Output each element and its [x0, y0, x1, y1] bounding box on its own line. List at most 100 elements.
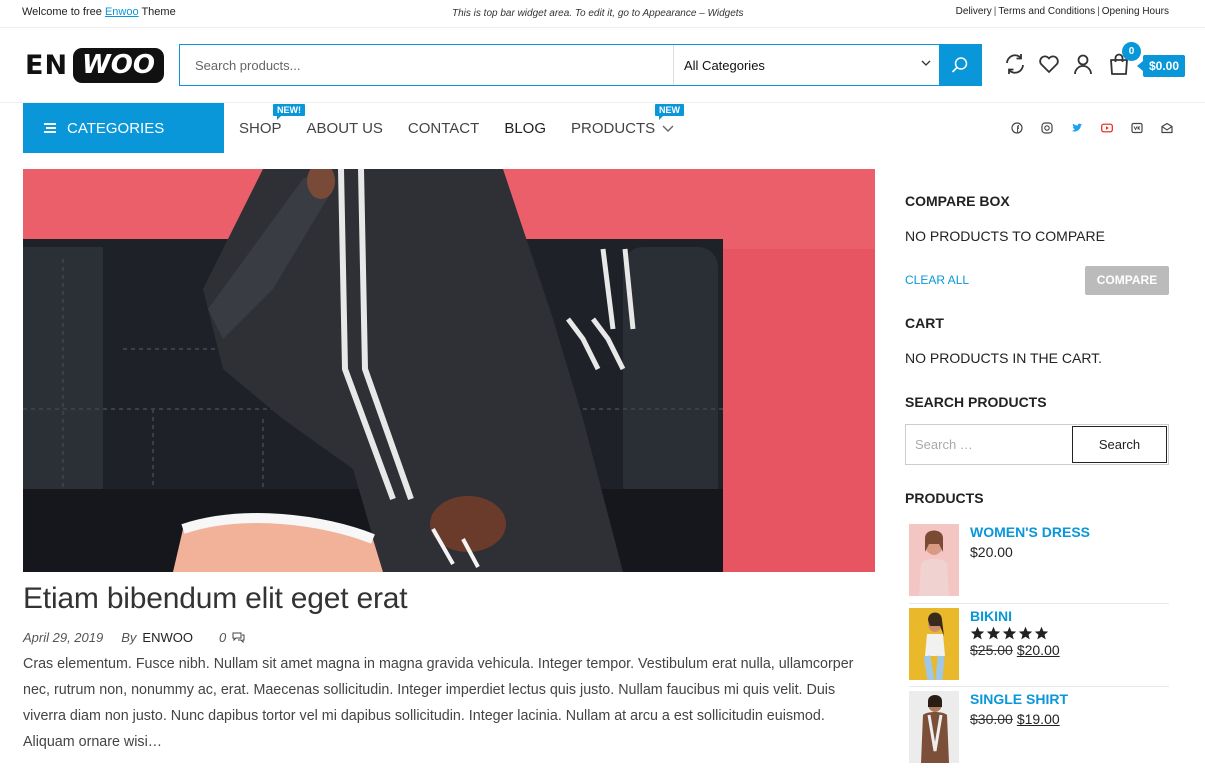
sale-price: $20.00 — [1016, 642, 1060, 658]
search-button[interactable] — [939, 45, 981, 85]
compare-empty-text: NO PRODUCTS TO COMPARE — [905, 228, 1105, 244]
category-select-value: All Categories — [684, 57, 765, 73]
vk-icon[interactable] — [1131, 122, 1143, 134]
product-image — [909, 524, 959, 596]
post-meta: April 29, 2019 By ENWOO 0 — [23, 630, 245, 645]
enwoo-link[interactable]: Enwoo — [105, 6, 139, 18]
nav-item-label: BLOG — [504, 120, 546, 137]
welcome-prefix: Welcome to free — [22, 6, 102, 18]
product-thumbnail[interactable] — [909, 524, 959, 596]
top-links: Delivery | Terms and Conditions | Opening Ho… — [956, 6, 1169, 17]
product-thumbnail[interactable] — [909, 691, 959, 763]
chevron-down-icon — [662, 125, 674, 132]
nav-item-about-us[interactable]: ABOUT US — [307, 120, 383, 137]
post-author[interactable]: ENWOO — [142, 630, 193, 645]
instagram-icon[interactable] — [1041, 122, 1053, 134]
products-widget-title: PRODUCTS — [905, 490, 984, 506]
star-icon — [986, 626, 1001, 640]
cart-count-badge: 0 — [1122, 42, 1141, 61]
product-price: $25.00 $20.00 — [970, 642, 1060, 658]
categories-label: CATEGORIES — [67, 119, 165, 137]
logo-part-woo: WOO — [73, 48, 164, 83]
product-image — [909, 691, 959, 763]
header-icons — [1003, 52, 1105, 76]
featured-post-image[interactable] — [23, 169, 875, 572]
welcome-text: Welcome to free Enwoo Theme — [22, 6, 176, 18]
cart-total[interactable]: $0.00 — [1136, 55, 1186, 77]
star-icon — [970, 626, 985, 640]
compare-box-title: COMPARE BOX — [905, 193, 1010, 209]
product-search-input[interactable] — [180, 45, 673, 85]
compare-icon[interactable] — [1003, 52, 1027, 76]
search-products-title: SEARCH PRODUCTS — [905, 394, 1047, 410]
post-excerpt: Cras elementum. Fusce nibh. Nullam sit a… — [23, 656, 854, 750]
product-search-bar: All Categories — [179, 44, 982, 86]
star-icon — [1034, 626, 1049, 640]
widget-area-text: This is top bar widget area. To edit it,… — [452, 8, 744, 19]
terms-link[interactable]: Terms and Conditions — [998, 6, 1095, 17]
product-thumbnail[interactable] — [909, 608, 959, 680]
nav-item-contact[interactable]: CONTACT — [408, 120, 479, 137]
twitter-icon[interactable] — [1071, 122, 1083, 134]
product-image — [909, 608, 959, 680]
cart-title: CART — [905, 315, 944, 331]
nav-item-blog[interactable]: BLOG — [504, 120, 546, 137]
youtube-icon[interactable] — [1101, 122, 1113, 134]
new-badge: NEW! — [273, 104, 305, 120]
clear-all-link[interactable]: CLEAR ALL — [905, 273, 969, 287]
star-icon — [1018, 626, 1033, 640]
current-price: $20.00 — [970, 544, 1013, 560]
product-name[interactable]: WOMEN'S DRESS — [970, 524, 1090, 540]
wishlist-heart-icon[interactable] — [1037, 52, 1061, 76]
compare-button[interactable]: COMPARE — [1085, 266, 1169, 295]
product-item[interactable]: WOMEN'S DRESS $20.00 — [909, 524, 1169, 599]
product-item[interactable]: BIKINI $25.00 $20.00 — [909, 608, 1169, 683]
chevron-down-icon — [921, 60, 931, 66]
old-price: $25.00 — [970, 642, 1013, 658]
nav-item-shop[interactable]: NEW! SHOP — [239, 104, 305, 137]
main-navigation: NEW! SHOP ABOUT US CONTACT BLOG NEW PROD… — [239, 104, 700, 137]
search-icon — [951, 57, 968, 73]
cart-empty-text: NO PRODUCTS IN THE CART. — [905, 350, 1103, 366]
nav-item-label: SHOP — [239, 120, 282, 137]
divider — [909, 603, 1169, 604]
nav-item-label: PRODUCTS — [571, 120, 656, 137]
menu-icon — [44, 123, 56, 133]
nav-item-label: CONTACT — [407, 120, 480, 137]
welcome-suffix: Theme — [141, 6, 176, 18]
sidebar-search-input[interactable] — [907, 426, 1072, 463]
sidebar-search-form: Search — [905, 424, 1169, 465]
post-title[interactable]: Etiam bibendum elit eget erat — [23, 582, 408, 616]
opening-hours-link[interactable]: Opening Hours — [1102, 6, 1169, 17]
account-user-icon[interactable] — [1071, 52, 1095, 76]
product-price: $20.00 — [970, 544, 1013, 560]
post-date[interactable]: April 29, 2019 — [23, 630, 103, 645]
divider — [909, 686, 1169, 687]
product-price: $30.00 $19.00 — [970, 711, 1060, 727]
delivery-link[interactable]: Delivery — [956, 6, 992, 17]
sale-price: $19.00 — [1016, 711, 1060, 727]
site-logo[interactable]: EN WOO — [25, 48, 164, 83]
social-links — [1011, 122, 1191, 134]
facebook-icon[interactable] — [1011, 122, 1023, 134]
product-name[interactable]: BIKINI — [970, 608, 1012, 624]
email-icon[interactable] — [1161, 122, 1173, 134]
divider: | — [1097, 6, 1100, 17]
category-select[interactable]: All Categories — [673, 45, 939, 85]
nav-item-label: ABOUT US — [306, 120, 383, 137]
top-bar: Welcome to free Enwoo Theme This is top … — [0, 0, 1205, 28]
star-icon — [1002, 626, 1017, 640]
logo-part-en: EN — [25, 50, 69, 81]
star-rating — [970, 626, 1050, 641]
hero-illustration — [23, 169, 875, 572]
new-badge: NEW — [655, 104, 684, 120]
comment-icon[interactable] — [232, 632, 245, 643]
sidebar-search-button[interactable]: Search — [1072, 426, 1167, 463]
product-item[interactable]: SINGLE SHIRT $30.00 $19.00 — [909, 691, 1169, 766]
product-name[interactable]: SINGLE SHIRT — [970, 691, 1068, 707]
by-label: By — [121, 630, 137, 645]
old-price: $30.00 — [970, 711, 1013, 727]
nav-item-products[interactable]: NEW PRODUCTS — [571, 104, 684, 137]
categories-button[interactable]: CATEGORIES — [23, 103, 224, 153]
comment-count[interactable]: 0 — [219, 630, 226, 645]
